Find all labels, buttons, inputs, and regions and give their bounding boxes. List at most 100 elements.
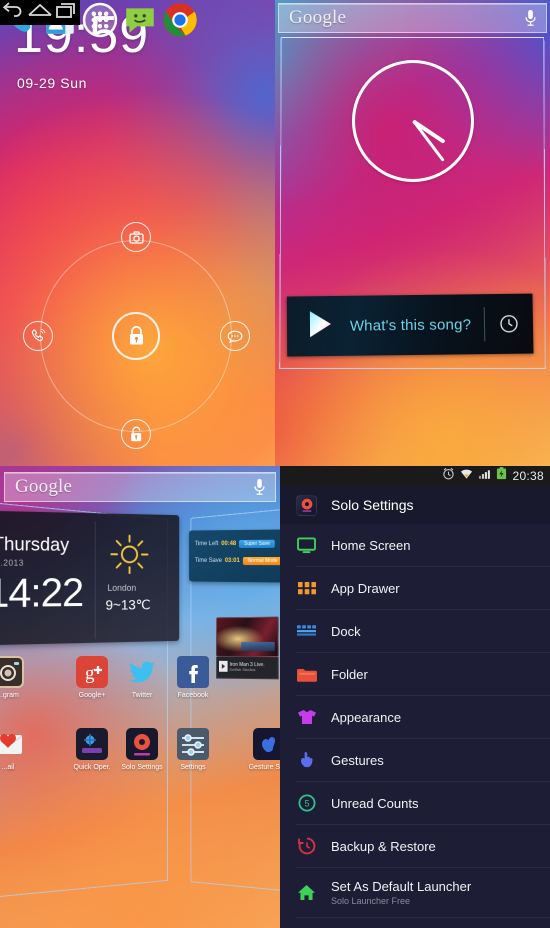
- signal-icon: [478, 467, 491, 485]
- menu-item-sublabel: Solo Launcher Free: [331, 896, 411, 906]
- play-triangle-icon[interactable]: [303, 306, 337, 345]
- app-item-gmail[interactable]: ...ail: [0, 727, 34, 771]
- menu-item-set-default-launcher[interactable]: Set As Default Launcher Solo Launcher Fr…: [296, 868, 550, 918]
- message-shortcut[interactable]: [220, 321, 250, 351]
- app-label: Solo Settings: [121, 764, 163, 771]
- svg-text:g: g: [85, 663, 95, 684]
- menu-item-label: Backup & Restore: [331, 838, 436, 854]
- battery-mode-pill-super[interactable]: Super Save: [239, 539, 276, 548]
- status-bar: 20:38: [280, 466, 550, 486]
- app-item-googleplus[interactable]: g Google+: [66, 655, 118, 699]
- dock-item-app-drawer[interactable]: [80, 0, 120, 40]
- recents-icon[interactable]: [54, 0, 80, 25]
- live-wallpaper-label-bar: Iron Man 3 Live. Delfish Studios: [216, 656, 279, 680]
- settings-header-title: Solo Settings: [331, 497, 414, 513]
- restore-icon: [296, 837, 317, 855]
- app-label: Twitter: [131, 692, 153, 699]
- home-icon[interactable]: [26, 0, 54, 25]
- back-arrow-icon[interactable]: [0, 0, 26, 25]
- instagram-icon: [0, 655, 25, 689]
- camera-shortcut[interactable]: [121, 222, 151, 252]
- lock-closed-icon: [127, 325, 146, 347]
- battery-mode-pill-normal[interactable]: Normal Mode: [242, 557, 283, 566]
- battery-charging-icon: [496, 467, 507, 485]
- alarm-icon: [442, 467, 455, 485]
- microphone-icon[interactable]: [253, 478, 275, 496]
- app-item-twitter[interactable]: Twitter: [116, 655, 168, 699]
- menu-item-label: Dock: [331, 623, 361, 639]
- unlock-bottom-button[interactable]: [121, 419, 151, 449]
- menu-item-label: Appearance: [331, 709, 402, 725]
- weather-clock-widget[interactable]: Thursday .9.2013 14:22 London 9~13℃: [0, 510, 180, 646]
- message-icon: [227, 330, 243, 343]
- menu-item-label: Folder: [331, 666, 368, 682]
- app-label: Settings: [180, 764, 206, 771]
- dock-item-messaging[interactable]: [120, 0, 160, 40]
- phone-icon: [30, 328, 46, 344]
- sound-search-widget[interactable]: What's this song?: [286, 293, 534, 357]
- menu-item-label: Home Screen: [331, 537, 411, 553]
- lock-screen-panel: 19:59 09-29 Sun: [0, 0, 275, 466]
- phone-shortcut[interactable]: [23, 321, 53, 351]
- battery-time-left-label: Time Left: [194, 541, 219, 548]
- app-label: ...ail: [1, 764, 15, 771]
- wifi-icon: [460, 467, 473, 485]
- dock-item-chrome[interactable]: [160, 0, 200, 40]
- monitor-icon: [296, 536, 317, 554]
- sun-icon: [107, 531, 151, 582]
- settings-header[interactable]: Solo Settings: [280, 486, 550, 524]
- svg-text:5: 5: [304, 799, 309, 809]
- weather-city: London: [107, 582, 137, 593]
- menu-item-dock[interactable]: Dock: [296, 610, 550, 653]
- app-item-quick-open[interactable]: Quick Oper.: [66, 727, 118, 771]
- weather-divider: [94, 521, 96, 639]
- facebook-icon: [176, 655, 210, 689]
- status-bar-time: 20:38: [512, 469, 544, 483]
- live-wallpaper-widget[interactable]: Iron Man 3 Live. Delfish Studios: [216, 616, 279, 680]
- menu-item-app-drawer[interactable]: App Drawer: [296, 567, 550, 610]
- menu-item-gestures[interactable]: Gestures: [296, 739, 550, 782]
- menu-item-folder[interactable]: Folder: [296, 653, 550, 696]
- analog-clock-widget[interactable]: [352, 60, 474, 182]
- song-widget-label: What's this song?: [349, 315, 472, 335]
- menu-item-label: Set As Default Launcher: [331, 879, 472, 894]
- tshirt-icon: [296, 709, 317, 725]
- app-item-solo-settings[interactable]: Solo Settings: [116, 727, 168, 771]
- folder-icon: [296, 667, 317, 682]
- hand-icon: [296, 751, 317, 769]
- preview-navigation-bar: [0, 0, 80, 25]
- battery-time-save-label: Time Save: [194, 557, 222, 564]
- twitter-icon: [125, 655, 159, 689]
- lock-clock-date: 09-29 Sun: [17, 75, 88, 91]
- googleplus-icon: g: [75, 655, 109, 689]
- live-wallpaper-subtitle: Delfish Studios: [229, 666, 256, 673]
- unlock-center-button[interactable]: [112, 312, 160, 360]
- widget-divider: [483, 307, 486, 342]
- clock-icon[interactable]: [499, 314, 519, 334]
- app-item-instagram[interactable]: ...gram: [0, 655, 34, 699]
- screenshot-canvas: 19:59 09-29 Sun Google What's this song?…: [0, 0, 550, 928]
- menu-item-home-screen[interactable]: Home Screen: [296, 524, 550, 567]
- menu-item-label: Unread Counts: [331, 795, 419, 811]
- preview-google-search-bar[interactable]: Google: [4, 472, 276, 502]
- menu-item-backup-restore[interactable]: Backup & Restore: [296, 825, 550, 868]
- menu-item-unread-counts[interactable]: 5 Unread Counts: [296, 782, 550, 825]
- dock-icon: [296, 625, 317, 637]
- gmail-icon: [0, 727, 25, 761]
- weather-day: Thursday: [0, 533, 70, 555]
- battery-saver-widget[interactable]: Time Left 00:48 Super Save Time Save 03:…: [189, 529, 287, 583]
- weather-date: .9.2013: [0, 558, 24, 568]
- app-item-facebook[interactable]: Facebook: [167, 655, 219, 699]
- menu-item-label: Gestures: [331, 752, 384, 768]
- quick-open-icon: [75, 727, 109, 761]
- google-search-bar[interactable]: Google: [278, 3, 547, 33]
- microphone-icon[interactable]: [524, 9, 546, 27]
- solo-settings-panel: 20:38 Solo Settings Home Screen App Draw…: [280, 466, 550, 928]
- app-item-settings[interactable]: Settings: [167, 727, 219, 771]
- grid-icon: [296, 581, 317, 595]
- menu-item-appearance[interactable]: Appearance: [296, 696, 550, 739]
- settings-icon: [176, 727, 210, 761]
- live-wallpaper-preview-art: [216, 616, 279, 658]
- app-label: ...gram: [0, 692, 19, 699]
- battery-time-left-row: Time Left 00:48 Super Save: [194, 539, 276, 548]
